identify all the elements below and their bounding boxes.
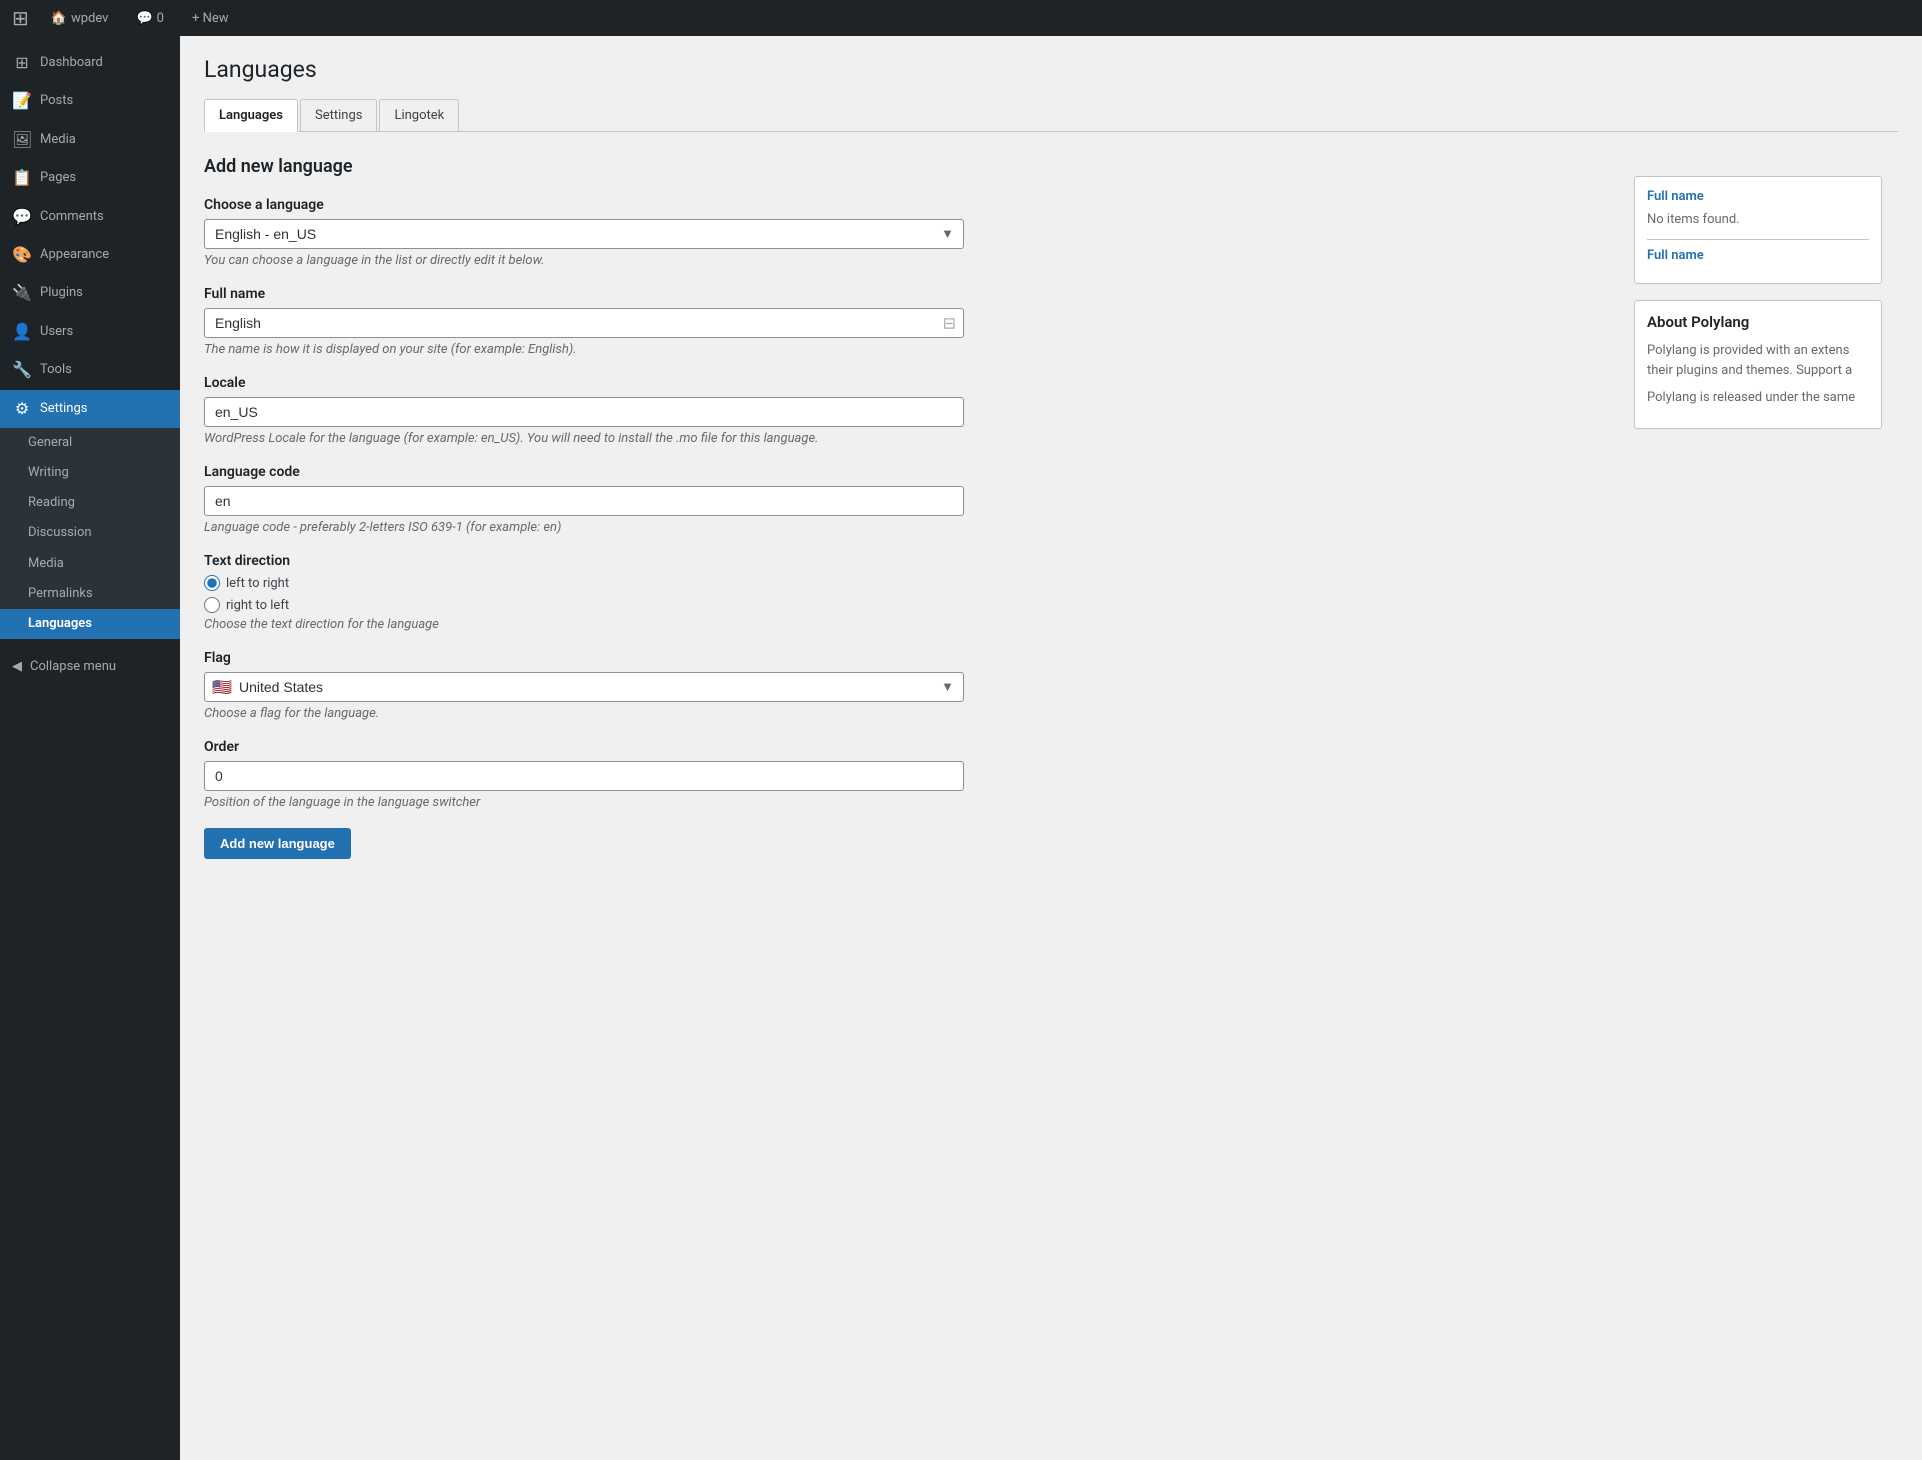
order-label: Order xyxy=(204,739,1618,755)
new-content-link[interactable]: + New xyxy=(186,7,235,30)
languages-widget: Full name No items found. Full name xyxy=(1634,176,1882,284)
submenu-item-discussion[interactable]: Discussion xyxy=(0,518,180,548)
choose-language-select[interactable]: English - en_US xyxy=(204,219,964,249)
comments-link[interactable]: 💬 0 xyxy=(130,7,170,30)
radio-ltr[interactable]: left to right xyxy=(204,575,1618,591)
tools-icon: 🔧 xyxy=(12,359,32,381)
tab-lingotek[interactable]: Lingotek xyxy=(379,99,459,131)
locale-group: Locale WordPress Locale for the language… xyxy=(204,375,1618,446)
dashboard-icon: ⊞ xyxy=(12,52,32,74)
full-name-link-2[interactable]: Full name xyxy=(1647,248,1869,263)
tab-settings[interactable]: Settings xyxy=(300,99,377,131)
language-code-group: Language code Language code - preferably… xyxy=(204,464,1618,535)
language-code-label: Language code xyxy=(204,464,1618,480)
order-input[interactable] xyxy=(204,761,964,791)
language-form: Add new language Choose a language Engli… xyxy=(204,156,1618,877)
submenu-item-writing[interactable]: Writing xyxy=(0,458,180,488)
language-code-input[interactable] xyxy=(204,486,964,516)
order-hint: Position of the language in the language… xyxy=(204,795,1618,810)
locale-input[interactable] xyxy=(204,397,964,427)
radio-rtl[interactable]: right to left xyxy=(204,597,1618,613)
full-name-group: Full name ⊟ The name is how it is displa… xyxy=(204,286,1618,357)
full-name-link-1[interactable]: Full name xyxy=(1647,189,1869,204)
section-title: Add new language xyxy=(204,156,1618,177)
text-direction-radio-group: left to right right to left xyxy=(204,575,1618,613)
full-name-input-wrapper: ⊟ xyxy=(204,308,964,338)
sidebar-item-appearance[interactable]: 🎨 Appearance xyxy=(0,236,180,274)
plugins-icon: 🔌 xyxy=(12,282,32,304)
tab-bar: Languages Settings Lingotek xyxy=(204,99,1898,132)
submenu-item-media[interactable]: Media xyxy=(0,549,180,579)
sidebar-item-comments[interactable]: 💬 Comments xyxy=(0,198,180,236)
wp-logo[interactable]: ⊞ xyxy=(12,6,29,30)
choose-language-hint: You can choose a language in the list or… xyxy=(204,253,1618,268)
full-name-copy-icon[interactable]: ⊟ xyxy=(943,314,956,333)
sidebar-item-plugins[interactable]: 🔌 Plugins xyxy=(0,274,180,312)
submenu-item-reading[interactable]: Reading xyxy=(0,488,180,518)
flag-emoji-icon: 🇺🇸 xyxy=(212,678,232,697)
sidebar-item-media[interactable]: 🖼 Media xyxy=(0,121,180,159)
locale-label: Locale xyxy=(204,375,1618,391)
about-title: About Polylang xyxy=(1647,313,1869,331)
no-items-text: No items found. xyxy=(1647,212,1869,227)
pages-icon: 📋 xyxy=(12,167,32,189)
settings-icon: ⚙ xyxy=(12,398,32,420)
radio-ltr-input[interactable] xyxy=(204,575,220,591)
appearance-icon: 🎨 xyxy=(12,244,32,266)
collapse-menu-button[interactable]: ◀ Collapse menu xyxy=(0,647,180,686)
admin-bar: ⊞ 🏠 wpdev 💬 0 + New xyxy=(0,0,1922,36)
widget-divider xyxy=(1647,239,1869,240)
submenu-item-general[interactable]: General xyxy=(0,428,180,458)
submenu-item-permalinks[interactable]: Permalinks xyxy=(0,579,180,609)
sidebar-item-pages[interactable]: 📋 Pages xyxy=(0,159,180,197)
sidebar-item-users[interactable]: 👤 Users xyxy=(0,313,180,351)
home-icon: 🏠 xyxy=(51,11,67,26)
sidebar-item-posts[interactable]: 📝 Posts xyxy=(0,82,180,120)
full-name-label: Full name xyxy=(204,286,1618,302)
choose-language-group: Choose a language English - en_US ▼ You … xyxy=(204,197,1618,268)
choose-language-select-wrapper: English - en_US ▼ xyxy=(204,219,964,249)
text-direction-group: Text direction left to right right to le… xyxy=(204,553,1618,632)
users-icon: 👤 xyxy=(12,321,32,343)
sidebar: ⊞ Dashboard 📝 Posts 🖼 Media 📋 Pages 💬 Co… xyxy=(0,36,180,1460)
add-language-button[interactable]: Add new language xyxy=(204,828,351,859)
about-text-2: Polylang is released under the same xyxy=(1647,388,1869,408)
right-sidebar: Full name No items found. Full name Abou… xyxy=(1618,156,1898,877)
flag-select-wrapper: 🇺🇸 United States ▼ xyxy=(204,672,964,702)
flag-label: Flag xyxy=(204,650,1618,666)
flag-hint: Choose a flag for the language. xyxy=(204,706,1618,721)
tab-languages[interactable]: Languages xyxy=(204,99,298,132)
text-direction-label: Text direction xyxy=(204,553,1618,569)
media-icon: 🖼 xyxy=(12,129,32,151)
main-content: Languages Languages Settings Lingotek Ad… xyxy=(180,36,1922,1460)
page-title: Languages xyxy=(204,56,1898,83)
radio-rtl-input[interactable] xyxy=(204,597,220,613)
full-name-input[interactable] xyxy=(204,308,964,338)
submit-group: Add new language xyxy=(204,828,1618,859)
locale-hint: WordPress Locale for the language (for e… xyxy=(204,431,1618,446)
flag-group: Flag 🇺🇸 United States ▼ Choose a flag fo… xyxy=(204,650,1618,721)
choose-language-label: Choose a language xyxy=(204,197,1618,213)
flag-select[interactable]: United States xyxy=(204,672,964,702)
collapse-icon: ◀ xyxy=(12,659,22,674)
comments-icon: 💬 xyxy=(136,11,152,26)
sidebar-item-settings[interactable]: ⚙ Settings xyxy=(0,390,180,428)
site-name-link[interactable]: 🏠 wpdev xyxy=(45,7,115,30)
order-group: Order Position of the language in the la… xyxy=(204,739,1618,810)
posts-icon: 📝 xyxy=(12,90,32,112)
sidebar-item-tools[interactable]: 🔧 Tools xyxy=(0,351,180,389)
about-polylang-widget: About Polylang Polylang is provided with… xyxy=(1634,300,1882,429)
about-text-1: Polylang is provided with an extens thei… xyxy=(1647,341,1869,380)
full-name-hint: The name is how it is displayed on your … xyxy=(204,342,1618,357)
submenu-item-languages[interactable]: Languages xyxy=(0,609,180,639)
language-code-hint: Language code - preferably 2-letters ISO… xyxy=(204,520,1618,535)
comments-nav-icon: 💬 xyxy=(12,206,32,228)
text-direction-hint: Choose the text direction for the langua… xyxy=(204,617,1618,632)
sidebar-item-dashboard[interactable]: ⊞ Dashboard xyxy=(0,44,180,82)
